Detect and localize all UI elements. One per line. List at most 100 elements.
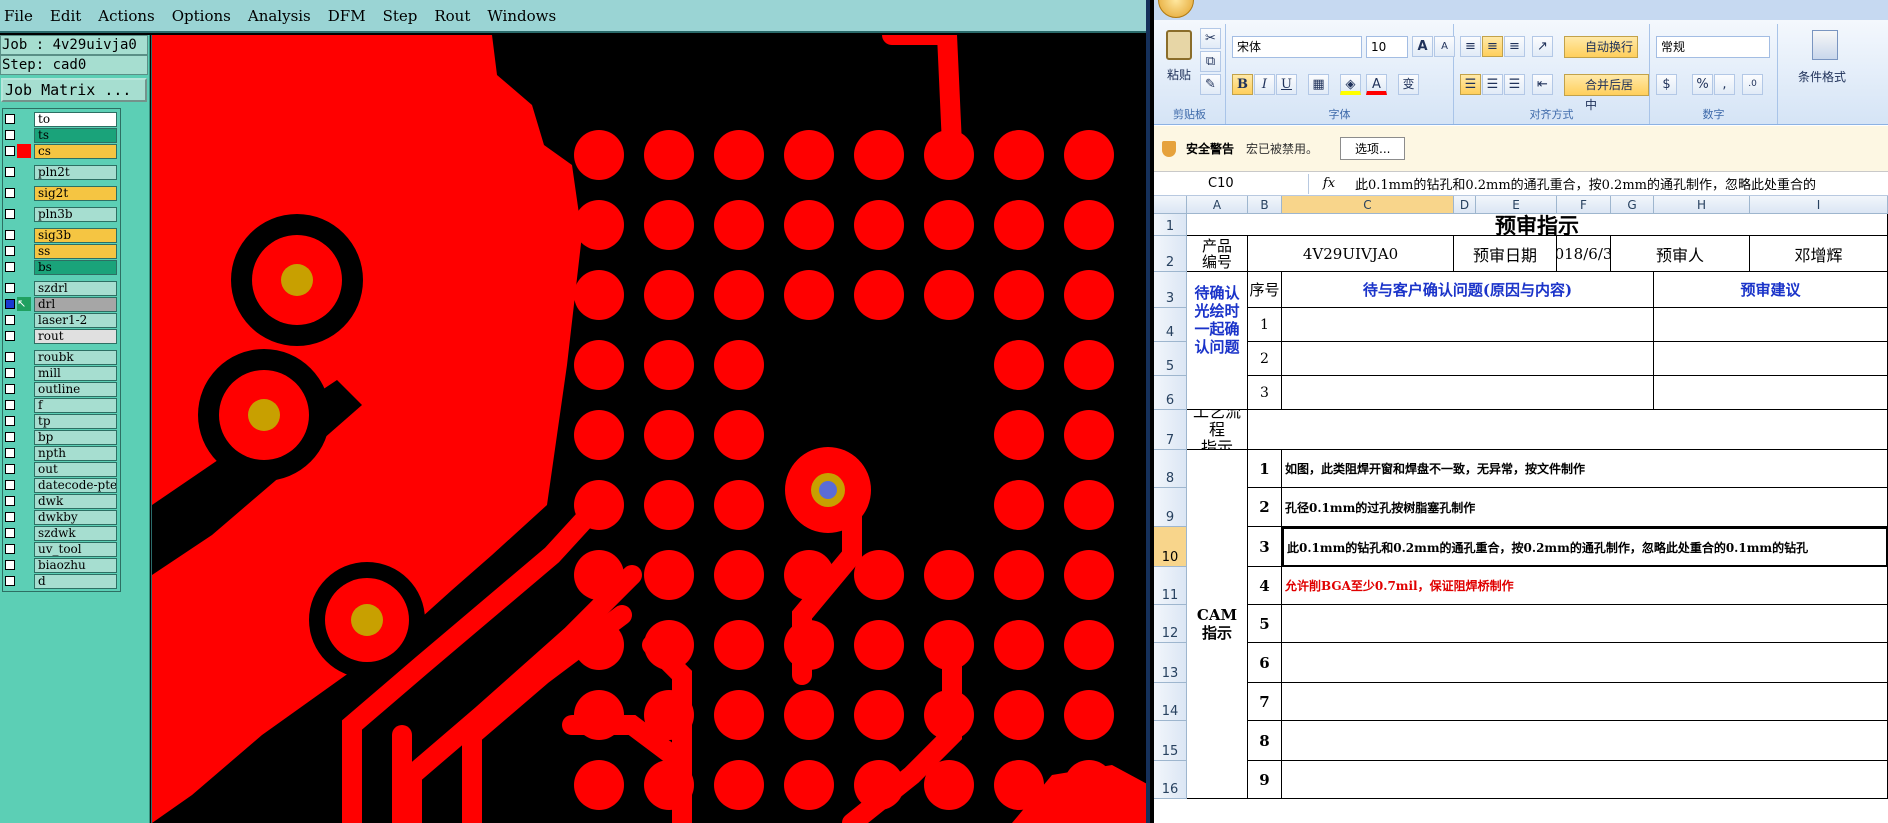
layer-checkbox[interactable] (5, 576, 15, 586)
layer-row-mill[interactable]: mill (5, 365, 120, 381)
process-cell[interactable] (1248, 410, 1888, 450)
menu-windows[interactable]: Windows (487, 7, 556, 25)
copy-icon[interactable]: ⧉ (1200, 51, 1221, 72)
cam-item-text[interactable] (1282, 643, 1888, 683)
review-date-value[interactable]: 2018/6/30 (1557, 236, 1611, 272)
layer-name[interactable]: roubk (34, 349, 117, 365)
column-header-C[interactable]: C (1282, 196, 1454, 214)
grid-corner[interactable] (1154, 196, 1187, 214)
confirm-suggest-cell[interactable] (1654, 308, 1888, 342)
layer-row-szdwk[interactable]: szdwk (5, 525, 120, 541)
cam-item-number[interactable]: 7 (1248, 683, 1282, 721)
layer-name[interactable]: uv_tool (34, 541, 117, 557)
confirm-suggest-cell[interactable] (1654, 342, 1888, 376)
paste-button[interactable]: 粘贴 (1162, 28, 1196, 88)
layer-checkbox[interactable] (5, 512, 15, 522)
orientation-icon[interactable]: ↗ (1532, 36, 1553, 57)
cut-icon[interactable]: ✂ (1200, 28, 1221, 49)
menu-rout[interactable]: Rout (434, 7, 470, 25)
layer-name[interactable]: f (34, 397, 117, 413)
issue-header[interactable]: 待与客户确认问题(原因与内容) (1282, 272, 1654, 308)
sheet-title[interactable]: 预审指示 (1187, 214, 1888, 236)
layer-checkbox[interactable] (5, 432, 15, 442)
fill-color-icon[interactable]: ◈ (1340, 74, 1361, 95)
layer-row-biaozhu[interactable]: biaozhu (5, 557, 120, 573)
menu-dfm[interactable]: DFM (328, 7, 366, 25)
worksheet[interactable]: A B C D E F G H I 1 2 3 4 5 6 7 8 9 10 11 12 13 14 15 16 预审指示 产品 编… (1154, 196, 1888, 823)
layer-row-dwkby[interactable]: dwkby (5, 509, 120, 525)
column-header-B[interactable]: B (1248, 196, 1282, 214)
product-value[interactable]: 4V29UIVJA0 (1248, 236, 1454, 272)
layer-row-bp[interactable]: bp (5, 429, 120, 445)
layer-name[interactable]: drl (34, 296, 117, 312)
confirm-issue-cell[interactable] (1282, 342, 1654, 376)
layer-checkbox[interactable] (5, 400, 15, 410)
format-painter-icon[interactable]: ✎ (1200, 74, 1221, 95)
cam-item-text[interactable] (1282, 605, 1888, 643)
reviewer-value[interactable]: 邓增辉 (1750, 236, 1888, 272)
layer-row-to[interactable]: to (5, 111, 120, 127)
percent-button[interactable]: % (1692, 74, 1713, 95)
decrease-indent-icon[interactable]: ⇤ (1532, 74, 1553, 95)
bold-button[interactable]: B (1232, 74, 1253, 95)
column-header-H[interactable]: H (1654, 196, 1750, 214)
cam-label[interactable]: CAM 指示 (1187, 450, 1248, 799)
border-icon[interactable]: ▦ (1308, 74, 1329, 95)
cam-item-number[interactable]: 4 (1248, 567, 1282, 605)
layer-name[interactable]: dwkby (34, 509, 117, 525)
layer-name[interactable]: szdwk (34, 525, 117, 541)
grow-font-icon[interactable]: A (1412, 36, 1433, 57)
layer-checkbox[interactable] (5, 246, 15, 256)
row-header-1[interactable]: 1 (1154, 214, 1187, 236)
number-format-select[interactable]: 常规 (1656, 36, 1770, 58)
cam-item-text[interactable] (1282, 683, 1888, 721)
name-box[interactable]: C10 (1154, 173, 1309, 194)
layer-row-roubk[interactable]: roubk (5, 349, 120, 365)
layer-name[interactable]: ss (34, 243, 117, 259)
layer-checkbox[interactable] (5, 299, 15, 309)
layer-row-out[interactable]: out (5, 461, 120, 477)
layer-checkbox[interactable] (5, 315, 15, 325)
layer-row-laser1-2[interactable]: laser1-2 (5, 312, 120, 328)
layer-name[interactable]: sig3b (34, 227, 117, 243)
confirm-suggest-cell[interactable] (1654, 376, 1888, 410)
layer-name[interactable]: pln2t (34, 164, 117, 180)
menu-options[interactable]: Options (172, 7, 231, 25)
row-header-7[interactable]: 7 (1154, 410, 1187, 450)
cam-item-number[interactable]: 3 (1248, 527, 1282, 567)
layer-name[interactable]: tp (34, 413, 117, 429)
cam-item-number[interactable]: 5 (1248, 605, 1282, 643)
layer-checkbox[interactable] (5, 146, 15, 156)
font-name-select[interactable]: 宋体 (1232, 36, 1362, 58)
layer-checkbox[interactable] (5, 480, 15, 490)
align-right-icon[interactable]: ☰ (1504, 74, 1525, 95)
layer-checkbox[interactable] (5, 416, 15, 426)
layer-name[interactable]: laser1-2 (34, 312, 117, 328)
conditional-format-icon[interactable] (1812, 30, 1838, 60)
layer-row-bs[interactable]: bs (5, 259, 120, 275)
cam-item-number[interactable]: 6 (1248, 643, 1282, 683)
row-header-8[interactable]: 8 (1154, 450, 1187, 488)
menu-analysis[interactable]: Analysis (248, 7, 311, 25)
row-header-12[interactable]: 12 (1154, 605, 1187, 643)
menu-step[interactable]: Step (383, 7, 418, 25)
review-date-label[interactable]: 预审日期 (1454, 236, 1557, 272)
row-header-10[interactable]: 10 (1154, 527, 1187, 567)
layer-row-datecode-pte[interactable]: datecode-pte (5, 477, 120, 493)
layer-name[interactable]: biaozhu (34, 557, 117, 573)
layer-name[interactable]: bp (34, 429, 117, 445)
layer-checkbox[interactable] (5, 331, 15, 341)
layer-checkbox[interactable] (5, 464, 15, 474)
layer-name[interactable]: bs (34, 259, 117, 275)
shrink-font-icon[interactable]: A (1434, 36, 1455, 57)
italic-button[interactable]: I (1254, 74, 1275, 95)
cam-item-number[interactable]: 1 (1248, 450, 1282, 488)
column-header-I[interactable]: I (1750, 196, 1888, 214)
layer-checkbox[interactable] (5, 560, 15, 570)
cam-item-number[interactable]: 9 (1248, 761, 1282, 799)
column-header-F[interactable]: F (1557, 196, 1611, 214)
row-header-3[interactable]: 3 (1154, 272, 1187, 308)
layer-row-pln3b[interactable]: pln3b (5, 206, 120, 222)
layer-row-f[interactable]: f (5, 397, 120, 413)
row-header-11[interactable]: 11 (1154, 567, 1187, 605)
